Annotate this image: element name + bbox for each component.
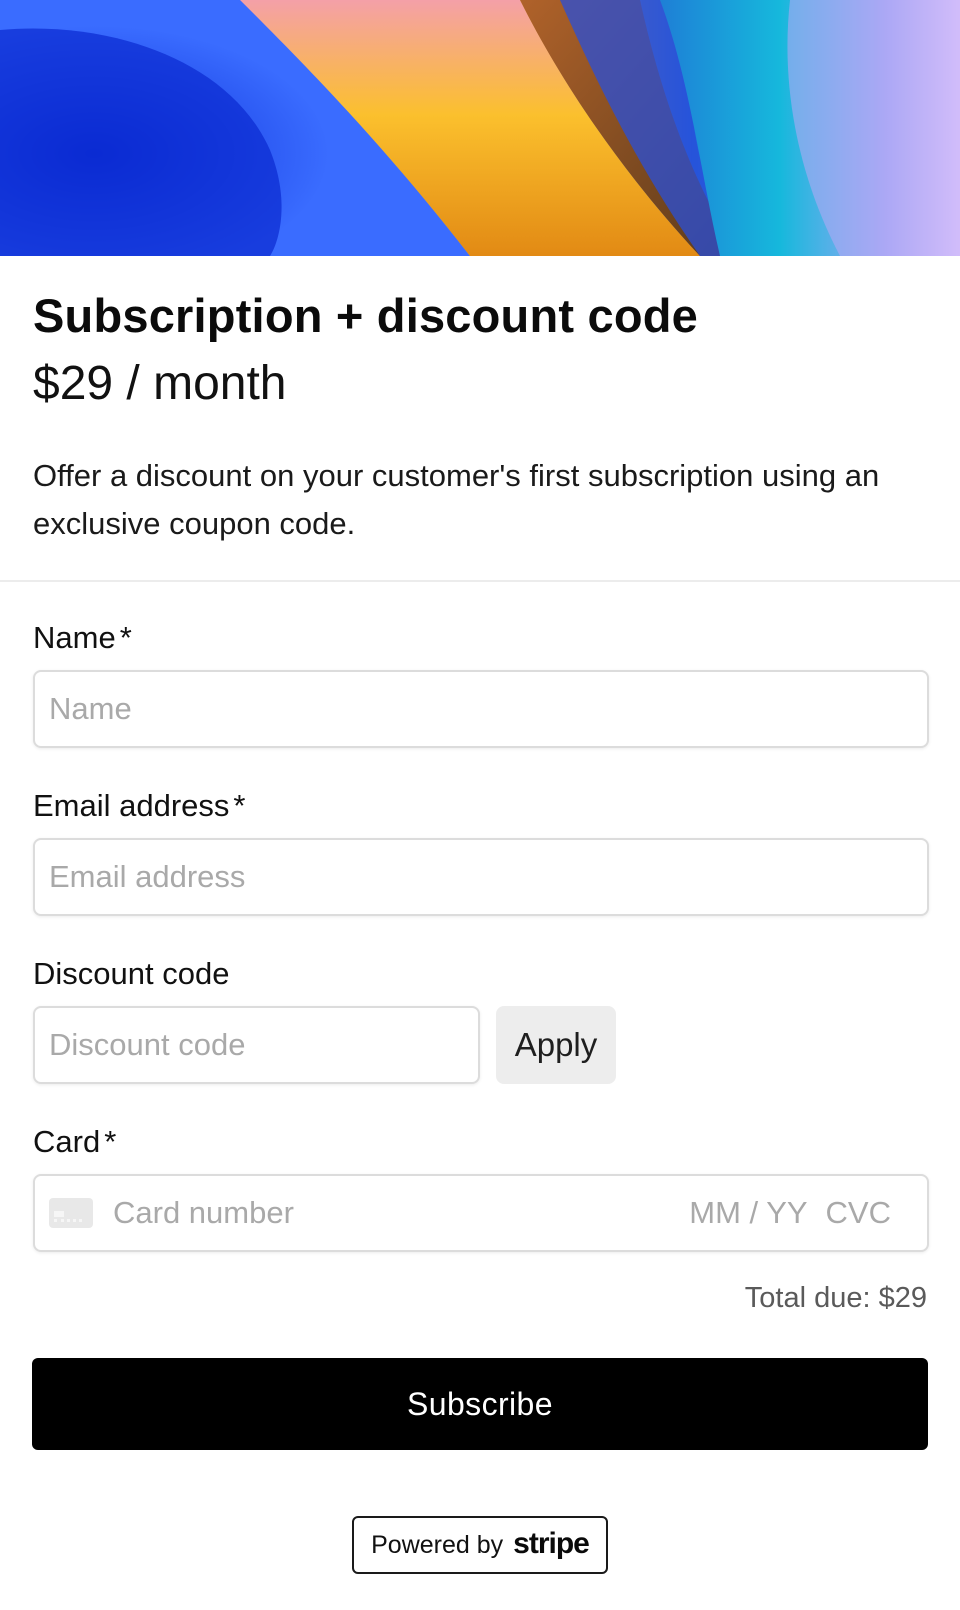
name-field[interactable]	[33, 670, 929, 748]
section-divider	[0, 580, 960, 582]
card-number-input[interactable]: Card number	[113, 1195, 689, 1231]
card-field[interactable]: Card number MM / YY CVC	[33, 1174, 929, 1252]
name-label: Name *	[33, 620, 132, 656]
card-label: Card *	[33, 1124, 116, 1160]
card-label-text: Card	[33, 1124, 101, 1159]
discount-label: Discount code	[33, 956, 229, 992]
discount-field[interactable]	[33, 1006, 480, 1084]
credit-card-icon	[49, 1198, 93, 1228]
product-title: Subscription + discount code	[33, 289, 698, 342]
required-mark: *	[104, 1124, 117, 1159]
product-price: $29 / month	[33, 357, 287, 410]
card-cvc-input[interactable]: CVC	[826, 1195, 891, 1231]
abstract-gradient-artwork	[0, 0, 960, 256]
email-label-text: Email address	[33, 788, 230, 823]
name-label-text: Name	[33, 620, 116, 655]
discount-label-text: Discount code	[33, 956, 230, 991]
stripe-logo: stripe	[513, 1527, 590, 1560]
subscribe-button[interactable]: Subscribe	[32, 1358, 928, 1450]
email-field[interactable]	[33, 838, 929, 916]
powered-by-stripe-badge[interactable]: Powered by stripe	[352, 1516, 608, 1574]
required-mark: *	[119, 620, 132, 655]
total-due: Total due: $29	[744, 1282, 927, 1314]
email-label: Email address *	[33, 788, 246, 824]
card-expiry-input[interactable]: MM / YY	[689, 1195, 807, 1231]
apply-discount-button[interactable]: Apply	[496, 1006, 616, 1084]
email-input[interactable]	[35, 840, 927, 914]
product-description: Offer a discount on your customer's firs…	[33, 458, 880, 541]
discount-code-input[interactable]	[35, 1008, 478, 1082]
name-input[interactable]	[35, 672, 927, 746]
powered-by-text: Powered by	[371, 1530, 504, 1559]
required-mark: *	[233, 788, 246, 823]
hero-banner-image	[0, 0, 960, 256]
